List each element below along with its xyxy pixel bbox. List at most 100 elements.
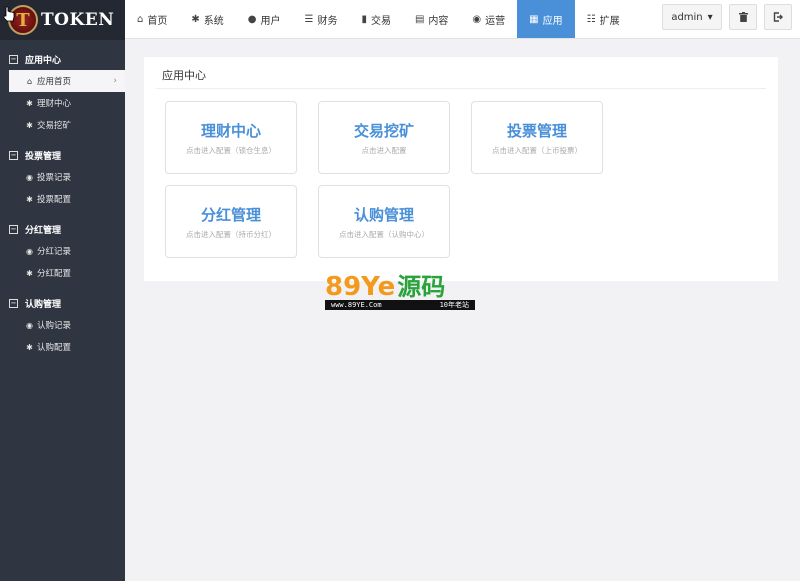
sidebar-item-label: 投票记录 [37,173,72,183]
trash-icon [738,12,748,22]
group-title[interactable]: − 分红管理 [0,218,125,240]
sidebar-item-label: 分红配置 [37,269,72,279]
sidebar-item-label: 应用首页 [37,77,72,87]
watermark-bar: www.89YE.Com 10年老站 [325,300,475,310]
nav-label: 用户 [260,15,281,27]
gear-icon: ✱ [26,342,33,352]
server-icon: ☷ [586,13,596,25]
sidebar-item-label: 分红记录 [37,247,72,257]
nav-label: 财务 [317,15,338,27]
logo[interactable]: T TOKEN [0,0,125,40]
watermark-logo: 89Ye 源码 [325,272,475,300]
app-center-panel: 应用中心 理财中心 点击进入配置（锁仓生息） 交易挖矿 点击进入配置 投票管理 … [144,57,778,281]
sidebar-item-label: 理财中心 [37,99,72,109]
group-title[interactable]: − 投票管理 [0,144,125,166]
globe-icon: ◉ [26,246,33,256]
sidebar-item-trade-mining[interactable]: ✱ 交易挖矿 [0,114,125,136]
divider [156,88,766,89]
nav-item-content[interactable]: ▤ 内容 [403,0,460,38]
globe-icon: ◉ [26,320,33,330]
top-nav: ⌂ 首页 ✱ 系统 ● 用户 ☰ 财务 ▮ 交易 ▤ 内容 ◉ 运营 ▦ 应用 … [125,0,800,39]
document-icon: ▤ [414,13,425,25]
nav-label: 扩展 [599,15,620,27]
sidebar-item-dividend-records[interactable]: ◉ 分红记录 [0,240,125,262]
collapse-icon: − [9,54,18,64]
admin-label: admin [671,11,703,23]
menu-group-app-center: − 应用中心 ⌂ 应用首页 › ✱ 理财中心 ✱ 交易挖矿 [0,48,125,136]
home-icon: ⌂ [26,76,33,86]
group-title[interactable]: − 认购管理 [0,292,125,314]
card-title: 理财中心 [200,122,261,140]
sidebar-item-label: 投票配置 [37,195,72,205]
watermark-tag: 10年老站 [439,301,469,309]
card-title: 投票管理 [506,122,567,140]
logout-icon [773,12,783,22]
group-label: 应用中心 [25,55,62,66]
logo-text: TOKEN [41,10,115,30]
sidebar-item-app-home[interactable]: ⌂ 应用首页 › [9,70,125,92]
nav-label: 应用 [542,15,563,27]
gear-icon: ✱ [26,194,33,204]
watermark-cn: 源码 [397,273,446,301]
bar-chart-icon: ▮ [361,13,367,25]
card-subtitle: 点击进入配置（锁仓生息） [186,146,276,155]
logout-button[interactable] [764,4,792,30]
sidebar-item-dividend-config[interactable]: ✱ 分红配置 [0,262,125,284]
nav-item-home[interactable]: ⌂ 首页 [125,0,179,38]
nav-item-users[interactable]: ● 用户 [236,0,293,38]
chevron-right-icon: › [113,76,117,86]
nav-label: 首页 [147,15,168,27]
collapse-icon: − [9,298,18,308]
gear-icon: ✱ [26,98,33,108]
sidebar: T TOKEN − 应用中心 ⌂ 应用首页 › ✱ 理财中心 ✱ 交易挖矿 − … [0,0,125,581]
menu-group-subscription: − 认购管理 ◉ 认购记录 ✱ 认购配置 [0,292,125,358]
sidebar-item-vote-config[interactable]: ✱ 投票配置 [0,188,125,210]
nav-label: 系统 [203,15,224,27]
card-vote-management[interactable]: 投票管理 点击进入配置（上币投票） [471,101,603,174]
nav-item-trade[interactable]: ▮ 交易 [349,0,403,38]
user-icon: ● [247,13,257,25]
sidebar-item-label: 认购配置 [37,343,72,353]
gear-icon: ✱ [26,120,33,130]
card-subscription-management[interactable]: 认购管理 点击进入配置（认购中心） [318,185,450,258]
sidebar-item-subscription-config[interactable]: ✱ 认购配置 [0,336,125,358]
group-label: 投票管理 [25,151,62,162]
card-subtitle: 点击进入配置（认购中心） [339,230,429,239]
globe-icon: ◉ [472,13,482,25]
card-finance-center[interactable]: 理财中心 点击进入配置（锁仓生息） [165,101,297,174]
mouse-cursor-icon [3,6,15,22]
card-title: 交易挖矿 [353,122,414,140]
admin-menu-button[interactable]: admin ▾ [662,4,722,30]
card-subtitle: 点击进入配置（上币投票） [492,146,582,155]
caret-down-icon: ▾ [707,11,713,23]
watermark: 89Ye 源码 www.89YE.Com 10年老站 [325,272,475,310]
collapse-icon: − [9,150,18,160]
card-trade-mining[interactable]: 交易挖矿 点击进入配置 [318,101,450,174]
panel-title: 应用中心 [162,69,206,82]
nav-item-apps[interactable]: ▦ 应用 [517,0,575,38]
home-icon: ⌂ [137,13,144,25]
trash-button[interactable] [729,4,757,30]
sidebar-item-finance-center[interactable]: ✱ 理财中心 [0,92,125,114]
gear-icon: ✱ [26,268,33,278]
nav-item-system[interactable]: ✱ 系统 [179,0,235,38]
nav-actions: admin ▾ [662,4,792,30]
sidebar-item-subscription-records[interactable]: ◉ 认购记录 [0,314,125,336]
sidebar-item-vote-records[interactable]: ◉ 投票记录 [0,166,125,188]
nav-item-finance[interactable]: ☰ 财务 [292,0,349,38]
menu-group-dividend: − 分红管理 ◉ 分红记录 ✱ 分红配置 [0,218,125,284]
nav-label: 运营 [485,15,506,27]
gear-icon: ✱ [191,13,200,25]
group-title[interactable]: − 应用中心 [0,48,125,70]
card-title: 认购管理 [353,206,414,224]
group-label: 分红管理 [25,225,62,236]
nav-item-extensions[interactable]: ☷ 扩展 [575,0,632,38]
card-subtitle: 点击进入配置 [361,146,407,155]
card-title: 分红管理 [200,206,261,224]
list-icon: ☰ [304,13,314,25]
watermark-number: 89Ye [325,272,396,302]
card-dividend-management[interactable]: 分红管理 点击进入配置（持币分红） [165,185,297,258]
sidebar-item-label: 交易挖矿 [37,121,72,131]
nav-item-operations[interactable]: ◉ 运营 [460,0,517,38]
card-subtitle: 点击进入配置（持币分红） [186,230,276,239]
